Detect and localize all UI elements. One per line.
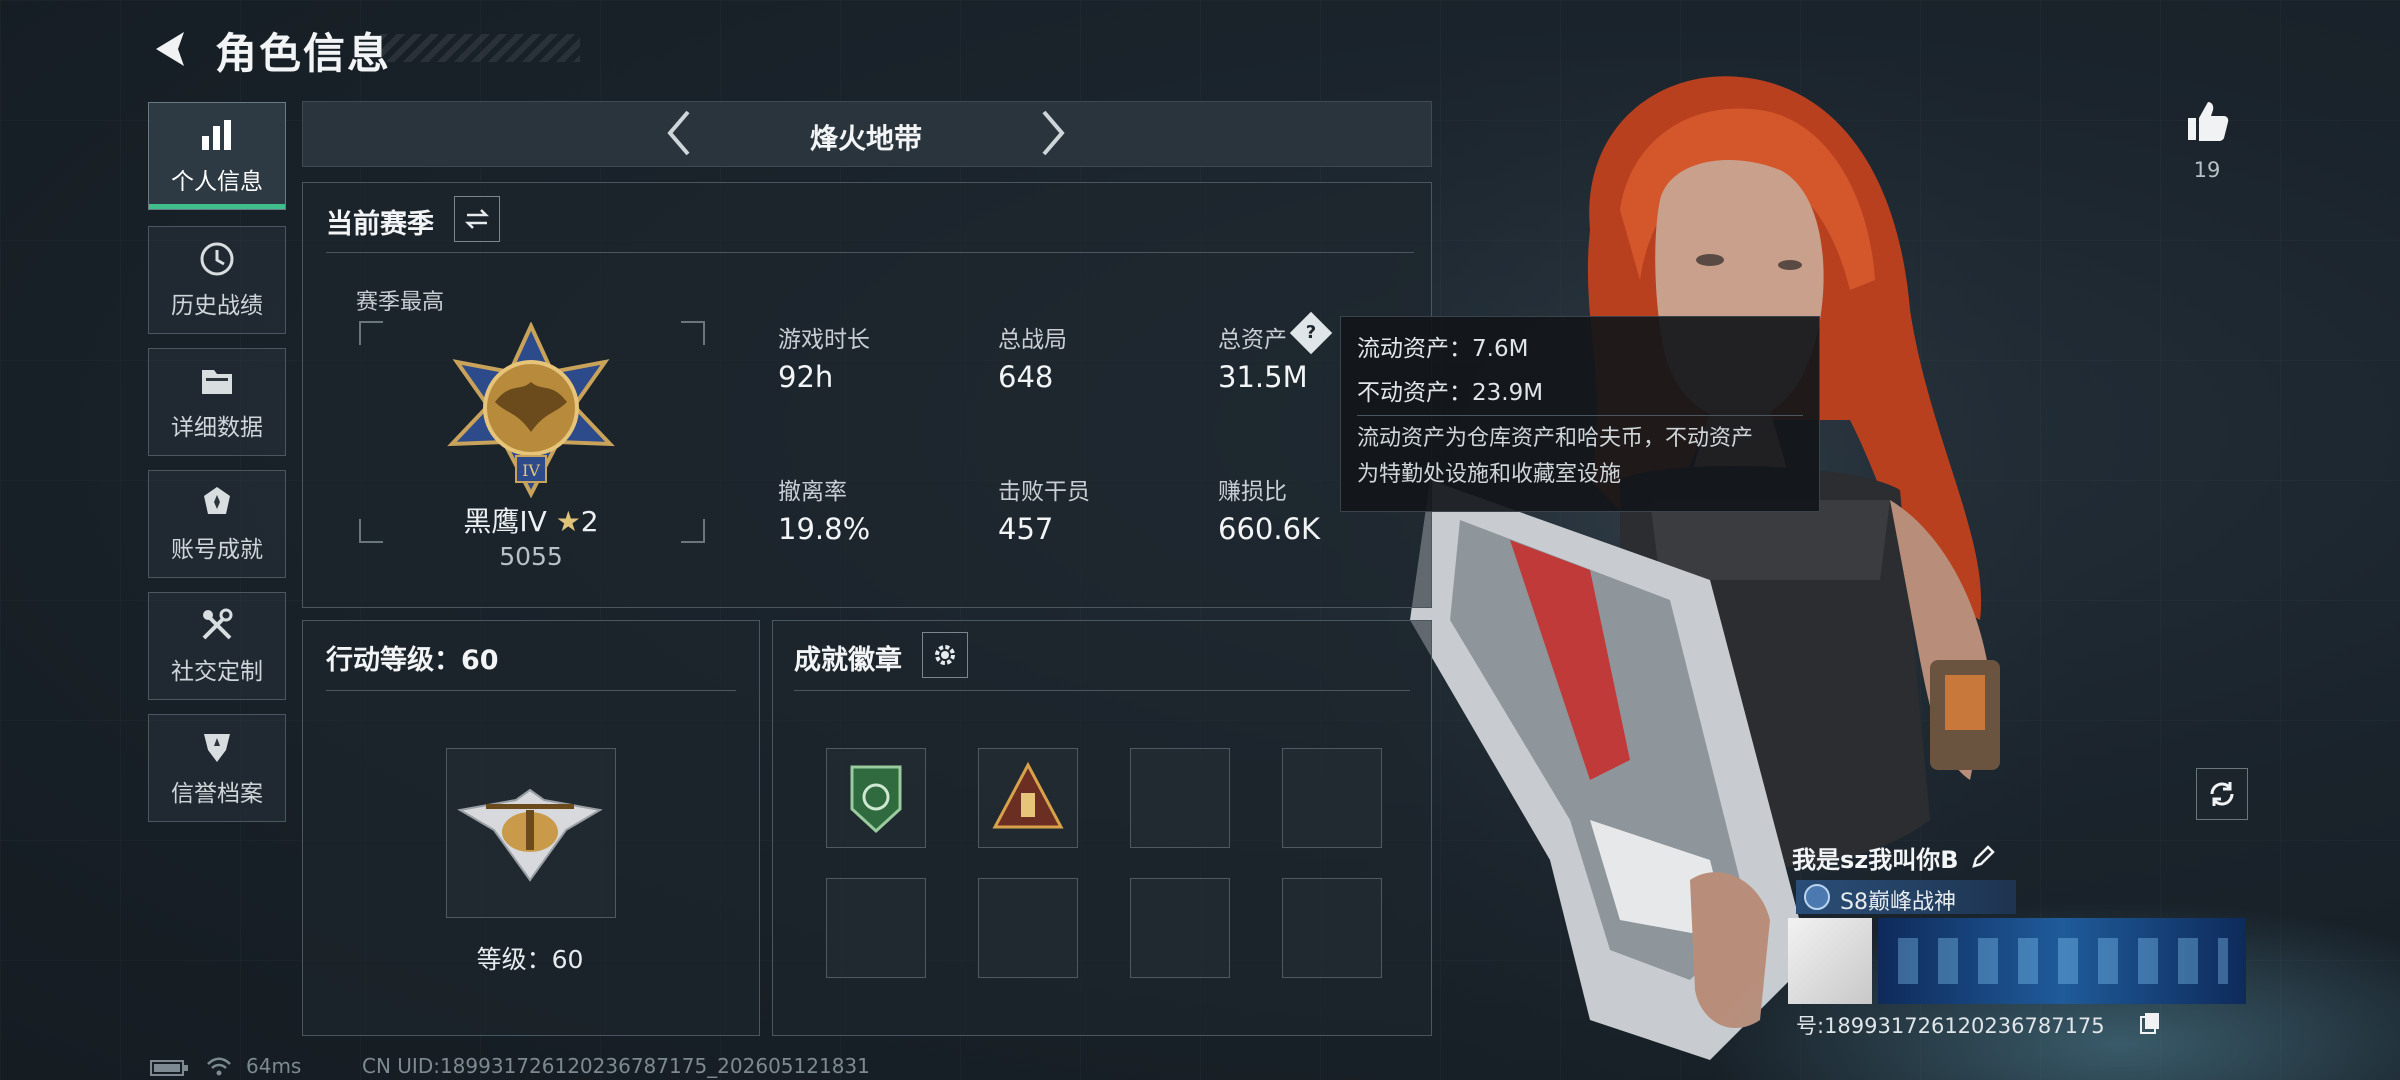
rank-score: 5055 — [499, 542, 563, 571]
bar-chart-icon — [202, 120, 231, 150]
frame-corner — [681, 321, 705, 345]
sidebar-item-personal-info[interactable]: 个人信息 — [148, 102, 286, 210]
battery-icon — [150, 1060, 188, 1076]
gear-icon — [935, 645, 955, 665]
badge-slot[interactable] — [1282, 748, 1382, 848]
rank-name: 黑鹰IV — [463, 505, 547, 538]
stat-label: 赚损比 — [1218, 479, 1287, 505]
badges-title: 成就徽章 — [794, 645, 902, 676]
shield-icon — [204, 734, 230, 762]
badge-slot[interactable] — [1282, 878, 1382, 978]
badge-slot[interactable] — [826, 878, 926, 978]
edit-icon[interactable] — [1970, 844, 1996, 870]
rank-stars: 2 — [580, 505, 599, 538]
badge-slot[interactable] — [978, 878, 1078, 978]
season-switch-button[interactable] — [454, 196, 500, 242]
svg-text:IV: IV — [522, 461, 540, 480]
stat-label: 撤离率 — [778, 479, 847, 505]
helicopter-emblem-icon — [457, 788, 603, 882]
tooltip-description-2: 为特勤处设施和收藏室设施 — [1357, 462, 1622, 487]
sidebar-item-detailed-data[interactable]: 详细数据 — [148, 348, 286, 456]
ping-value: 64ms — [246, 1054, 302, 1078]
title-emblem-icon — [1804, 884, 1830, 910]
copy-icon[interactable] — [2138, 1010, 2162, 1034]
back-icon[interactable] — [148, 26, 194, 72]
stat-label: 游戏时长 — [778, 327, 870, 353]
name-card-banner — [1878, 918, 2246, 1004]
sidebar-item-achievements[interactable]: 账号成就 — [148, 470, 286, 578]
divider — [326, 252, 1414, 253]
sidebar-item-label: 详细数据 — [171, 415, 263, 441]
action-level-title: 行动等级：60 — [326, 645, 499, 676]
banner-pattern — [1898, 938, 2228, 984]
stat-value: 19.8% — [778, 512, 871, 546]
stat-value: 31.5M — [1218, 360, 1308, 394]
sidebar-item-label: 个人信息 — [171, 169, 263, 195]
tools-icon — [202, 608, 233, 640]
page-title: 角色信息 — [215, 29, 392, 78]
sidebar-item-label: 信誉档案 — [171, 781, 263, 807]
thumbs-up-icon[interactable] — [2184, 98, 2230, 144]
avatar[interactable] — [1788, 918, 1872, 1004]
frame-corner — [359, 321, 383, 345]
stat-label: 总资产 — [1218, 327, 1287, 353]
stat-value: 457 — [998, 512, 1054, 546]
player-name: 我是sz我叫你B — [1792, 846, 1959, 874]
badge-slot[interactable] — [1130, 878, 1230, 978]
help-icon: ? — [1305, 322, 1317, 343]
badge-slot[interactable] — [826, 748, 926, 848]
swap-icon — [464, 209, 490, 229]
stat-label: 击败干员 — [998, 479, 1090, 505]
sidebar-item-reputation[interactable]: 信誉档案 — [148, 714, 286, 822]
badge-slot[interactable] — [978, 748, 1078, 848]
stat-label: 总战局 — [998, 327, 1067, 353]
sidebar-item-history[interactable]: 历史战绩 — [148, 226, 286, 334]
rank-emblem-icon: IV — [447, 322, 615, 499]
divider — [794, 690, 1410, 691]
achievement-icon — [204, 487, 230, 514]
season-best-label: 赛季最高 — [356, 290, 445, 315]
profile-uid: 号:18993172612023678717​5 — [1796, 1014, 2105, 1038]
tooltip-liquid-assets: 流动资产：7.6M — [1357, 336, 1529, 362]
rank-name-row: 黑鹰IV ★2 — [358, 500, 704, 540]
wifi-icon — [207, 1057, 231, 1076]
divider — [326, 690, 736, 691]
rotate-button[interactable] — [2196, 768, 2248, 820]
footer-uid: CN UID:18993172612023678717​5_2026051218… — [362, 1054, 870, 1078]
divider — [1357, 415, 1803, 416]
season-title: 当前赛季 — [326, 209, 434, 240]
title-badge-label: S8巅峰战神 — [1840, 890, 1956, 915]
next-mode-arrow-icon[interactable] — [1038, 108, 1068, 158]
stat-value: 648 — [998, 360, 1054, 394]
asset-tooltip: 流动资产：7.6M 不动资产：23.9M 流动资产为仓库资产和哈夫币，不动资产 … — [1340, 316, 1820, 512]
sidebar-item-social[interactable]: 社交定制 — [148, 592, 286, 700]
triangle-badge-icon — [992, 761, 1064, 829]
mode-label: 烽火地带 — [809, 122, 922, 155]
history-icon — [200, 242, 234, 276]
title-decoration — [380, 34, 580, 62]
tooltip-fixed-assets: 不动资产：23.9M — [1357, 380, 1544, 406]
stat-value: 92h — [778, 360, 834, 394]
refresh-icon — [2210, 782, 2234, 806]
green-shield-badge-icon — [850, 765, 902, 834]
badge-settings-button[interactable] — [922, 632, 968, 678]
tooltip-description-1: 流动资产为仓库资产和哈夫币，不动资产 — [1357, 426, 1754, 451]
level-text: 等级：60 — [476, 945, 584, 974]
like-count: 19 — [2193, 158, 2221, 182]
sidebar-item-label: 社交定制 — [171, 659, 263, 685]
badge-slot[interactable] — [1130, 748, 1230, 848]
stat-value: 660.6K — [1218, 512, 1321, 546]
sidebar-item-label: 历史战绩 — [171, 293, 263, 319]
star-icon: ★ — [555, 505, 581, 538]
folder-icon — [202, 370, 232, 394]
sidebar-item-label: 账号成就 — [171, 537, 263, 563]
